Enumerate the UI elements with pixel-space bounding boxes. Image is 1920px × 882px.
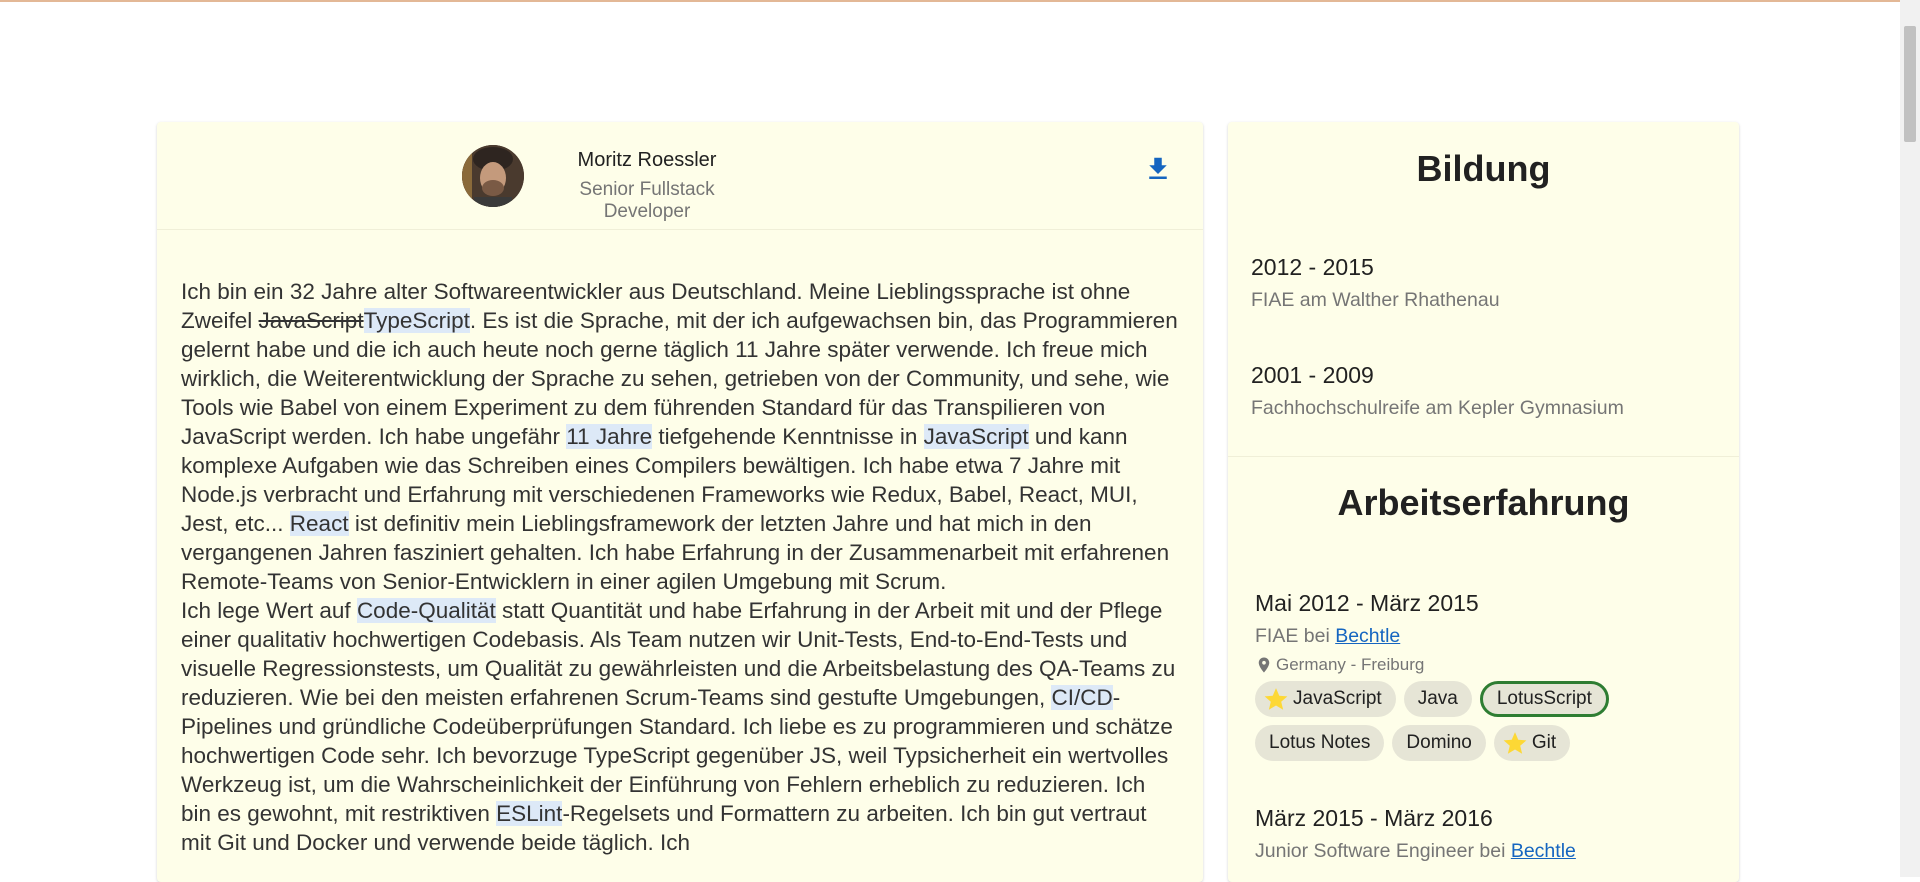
skill-chip-lotusscript[interactable]: LotusScript xyxy=(1479,681,1609,717)
job-entry: Mai 2012 - März 2015 FIAE bei Bechtle Ge… xyxy=(1255,590,1695,761)
skill-chip-lotus-notes[interactable]: Lotus Notes xyxy=(1255,725,1385,761)
page-scrollbar[interactable] xyxy=(1900,0,1920,877)
company-link[interactable]: Bechtle xyxy=(1335,625,1400,647)
bio-paragraph-1: Ich bin ein 32 Jahre alter Softwareentwi… xyxy=(181,279,1178,594)
company-link[interactable]: Bechtle xyxy=(1511,840,1576,862)
highlight-javascript: JavaScript xyxy=(923,424,1029,449)
profile-name: Moritz Roessler xyxy=(577,149,717,171)
skill-chip-javascript[interactable]: JavaScript xyxy=(1255,681,1396,717)
download-icon[interactable] xyxy=(1143,154,1173,184)
skill-chip-domino[interactable]: Domino xyxy=(1392,725,1486,761)
star-icon xyxy=(1503,732,1527,754)
profile-title: Senior Fullstack Developer xyxy=(579,179,715,222)
avatar xyxy=(462,145,524,207)
education-item: 2001 - 2009 Fachhochschulreife am Kepler… xyxy=(1251,362,1624,420)
bio-text: Ich bin ein 32 Jahre alter Softwareentwi… xyxy=(181,277,1181,857)
highlight-cicd: CI/CD xyxy=(1051,685,1113,710)
scrollbar-thumb[interactable] xyxy=(1904,26,1916,142)
education-school: Fachhochschulreife am Kepler Gymnasium xyxy=(1251,397,1624,419)
job-role: FIAE bei Bechtle xyxy=(1255,625,1401,647)
highlight-years: 11 Jahre xyxy=(566,424,653,449)
job-period: Mai 2012 - März 2015 xyxy=(1255,590,1479,616)
profile-card: Moritz Roessler Senior Fullstack Develop… xyxy=(157,122,1203,882)
work-experience-heading: Arbeitserfahrung xyxy=(1337,482,1630,523)
job-entry: März 2015 - März 2016 Junior Software En… xyxy=(1255,805,1576,863)
section-divider xyxy=(1228,456,1739,457)
strikethrough-javascript: JavaScript xyxy=(258,308,364,333)
location-pin-icon xyxy=(1258,657,1270,673)
education-school: FIAE am Walther Rhathenau xyxy=(1251,289,1500,311)
skill-chips: JavaScript Java LotusScript Lotus Notes … xyxy=(1255,681,1695,761)
education-period: 2012 - 2015 xyxy=(1251,254,1374,280)
star-icon xyxy=(1264,688,1288,710)
education-heading: Bildung xyxy=(1416,148,1551,189)
highlight-typescript: TypeScript xyxy=(363,308,470,333)
resume-sidebar-card: Bildung 2012 - 2015 FIAE am Walther Rhat… xyxy=(1228,122,1739,882)
skill-chip-git[interactable]: Git xyxy=(1493,725,1571,761)
bio-paragraph-2: Ich lege Wert auf Code-Qualität statt Qu… xyxy=(181,598,1176,855)
highlight-eslint: ESLint xyxy=(496,801,563,826)
skill-chip-java[interactable]: Java xyxy=(1403,681,1472,717)
job-period: März 2015 - März 2016 xyxy=(1255,805,1493,831)
window-top-border xyxy=(0,0,1920,2)
education-period: 2001 - 2009 xyxy=(1251,362,1374,388)
highlight-react: React xyxy=(289,511,349,536)
education-item: 2012 - 2015 FIAE am Walther Rhathenau xyxy=(1251,254,1500,312)
highlight-code-quality: Code-Qualität xyxy=(356,598,496,623)
profile-header: Moritz Roessler Senior Fullstack Develop… xyxy=(157,122,1203,230)
job-role: Junior Software Engineer bei Bechtle xyxy=(1255,840,1576,862)
job-location: Germany - Freiburg xyxy=(1255,655,1695,675)
